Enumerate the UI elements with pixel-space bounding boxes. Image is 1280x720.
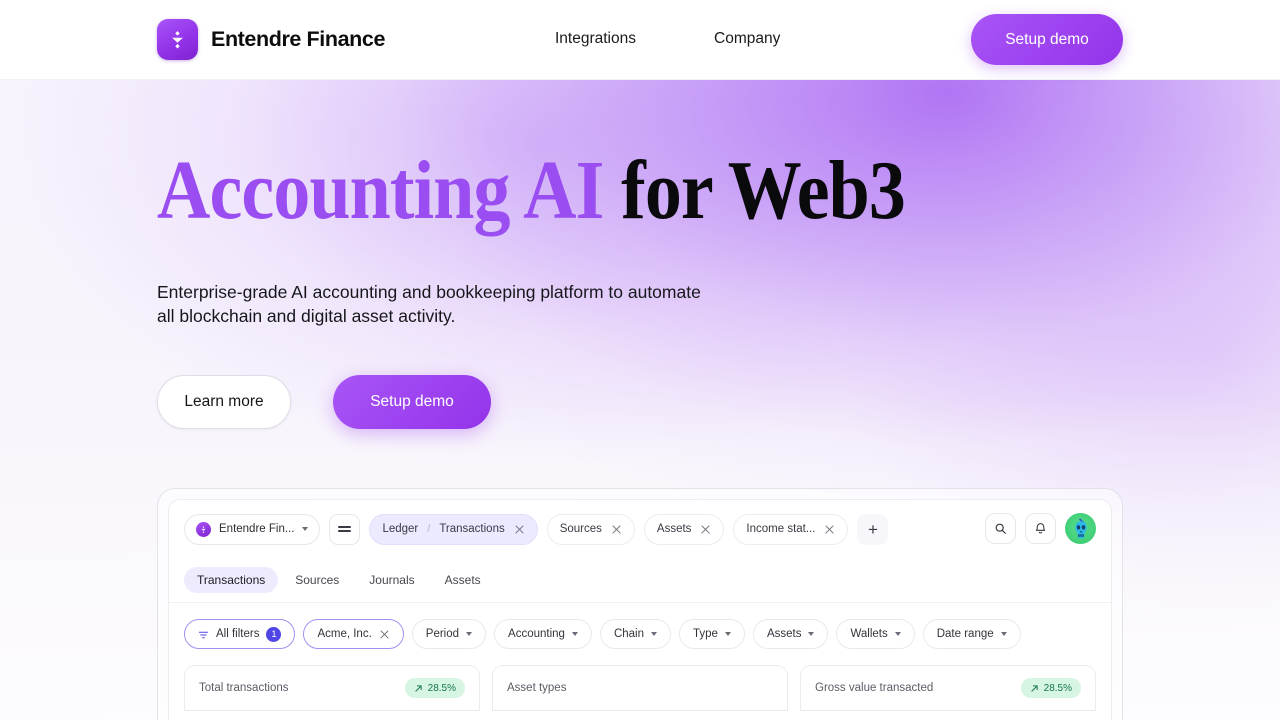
org-logo-icon — [196, 521, 211, 537]
tab-breadcrumb-parent: Ledger — [382, 523, 419, 535]
filter-chip-label: Assets — [766, 628, 802, 640]
hero-cta-row: Learn more Setup demo — [157, 374, 1007, 429]
chevron-down-icon — [1000, 632, 1007, 636]
close-icon[interactable] — [700, 524, 711, 535]
page-title: Accounting AI for Web3 — [157, 149, 906, 233]
subtab-sources[interactable]: Sources — [282, 567, 352, 593]
headline-accent-text: Accounting AI — [157, 144, 604, 237]
subtab-journals[interactable]: Journals — [356, 567, 427, 593]
hamburger-menu-icon[interactable] — [329, 513, 361, 545]
app-preview-frame: Entendre Fin... Ledger / Transactions So… — [157, 488, 1123, 720]
hero-section: Accounting AI for Web3 Enterprise-grade … — [157, 149, 1007, 429]
filter-chip-acme[interactable]: Acme, Inc. — [303, 619, 404, 649]
chevron-down-icon — [571, 632, 578, 636]
filter-bar: All filters 1 Acme, Inc. Period Accounti… — [169, 603, 1111, 665]
filter-chip-label: Accounting — [508, 628, 565, 640]
header-setup-demo-button[interactable]: Setup demo — [971, 14, 1123, 65]
filter-count-badge: 1 — [266, 626, 282, 642]
filter-chip-label: Type — [693, 628, 718, 640]
site-header: Entendre Finance Integrations Company Se… — [0, 0, 1280, 80]
trend-up-arrow-icon — [415, 684, 422, 692]
stat-card-title: Gross value transacted — [815, 682, 934, 694]
filter-dropdown-accounting[interactable]: Accounting — [494, 619, 592, 649]
close-icon[interactable] — [611, 524, 622, 535]
chevron-down-icon — [651, 632, 657, 636]
app-toolbar: Entendre Fin... Ledger / Transactions So… — [169, 500, 1111, 558]
stat-card-row: Total transactions 28.5% Asset types Gro… — [169, 665, 1111, 711]
all-filters-label: All filters — [216, 628, 260, 640]
chevron-down-icon — [724, 632, 731, 636]
nav-link-integrations[interactable]: Integrations — [555, 30, 636, 48]
headline-dark-text: for Web3 — [603, 144, 906, 237]
filter-dropdown-assets[interactable]: Assets — [752, 619, 829, 649]
hero-setup-demo-button[interactable]: Setup demo — [333, 374, 491, 429]
filter-dropdown-wallets[interactable]: Wallets — [836, 619, 915, 649]
filter-chip-label: Chain — [613, 628, 644, 640]
filter-icon — [198, 631, 209, 638]
notification-bell-icon[interactable] — [1025, 513, 1056, 544]
all-filters-button[interactable]: All filters 1 — [184, 619, 296, 649]
stat-card-total-transactions[interactable]: Total transactions 28.5% — [184, 665, 480, 711]
search-icon[interactable] — [985, 513, 1016, 544]
funnel-diamond-logo-icon — [157, 19, 198, 60]
org-selector[interactable]: Entendre Fin... — [184, 513, 321, 545]
close-icon[interactable] — [514, 524, 525, 535]
add-tab-button[interactable]: + — [857, 513, 889, 545]
filter-dropdown-period[interactable]: Period — [411, 619, 487, 649]
filter-dropdown-chain[interactable]: Chain — [599, 619, 671, 649]
tab-sources[interactable]: Sources — [546, 513, 635, 545]
stat-card-title: Total transactions — [199, 682, 289, 694]
stat-card-trend: 28.5% — [427, 682, 456, 694]
filter-chip-label: Wallets — [850, 628, 888, 640]
tab-label: Income stat... — [746, 523, 816, 535]
status-badge: 28.5% — [1020, 678, 1081, 698]
org-selector-label: Entendre Fin... — [219, 523, 295, 535]
subtab-transactions[interactable]: Transactions — [184, 567, 279, 593]
toolbar-actions — [985, 513, 1096, 544]
brand-logo[interactable]: Entendre Finance — [157, 19, 385, 60]
app-window: Entendre Fin... Ledger / Transactions So… — [168, 499, 1112, 720]
nav-link-company[interactable]: Company — [714, 30, 780, 48]
stat-card-gross-value[interactable]: Gross value transacted 28.5% — [800, 665, 1096, 711]
tab-income-statement[interactable]: Income stat... — [733, 513, 849, 545]
trend-up-arrow-icon — [1031, 684, 1038, 692]
subtab-assets[interactable]: Assets — [432, 567, 494, 593]
filter-chip-label: Period — [425, 628, 460, 640]
hero-subtitle: Enterprise-grade AI accounting and bookk… — [157, 282, 701, 327]
filter-chip-label: Acme, Inc. — [317, 628, 372, 640]
tab-label: Assets — [656, 523, 692, 535]
filter-chip-label: Date range — [936, 628, 994, 640]
chevron-down-icon — [894, 632, 901, 636]
close-icon[interactable] — [824, 524, 835, 535]
chevron-down-icon — [466, 632, 473, 636]
user-avatar[interactable] — [1065, 513, 1096, 544]
stat-card-title: Asset types — [507, 682, 567, 694]
status-badge: 28.5% — [404, 678, 465, 698]
breadcrumb-separator: / — [427, 523, 431, 535]
learn-more-button[interactable]: Learn more — [157, 374, 291, 429]
tab-label: Transactions — [439, 523, 505, 535]
tab-label: Sources — [559, 523, 602, 535]
tab-ledger-transactions[interactable]: Ledger / Transactions — [369, 513, 538, 545]
tab-assets[interactable]: Assets — [643, 513, 725, 545]
stat-card-trend: 28.5% — [1043, 682, 1072, 694]
chevron-down-icon — [808, 632, 815, 636]
filter-dropdown-date-range[interactable]: Date range — [922, 619, 1021, 649]
close-icon[interactable] — [379, 629, 390, 640]
filter-dropdown-type[interactable]: Type — [679, 619, 745, 649]
app-subtabs: Transactions Sources Journals Assets — [169, 558, 1111, 603]
chevron-down-icon — [302, 527, 309, 531]
stat-card-asset-types[interactable]: Asset types — [492, 665, 788, 711]
brand-name: Entendre Finance — [211, 27, 385, 51]
